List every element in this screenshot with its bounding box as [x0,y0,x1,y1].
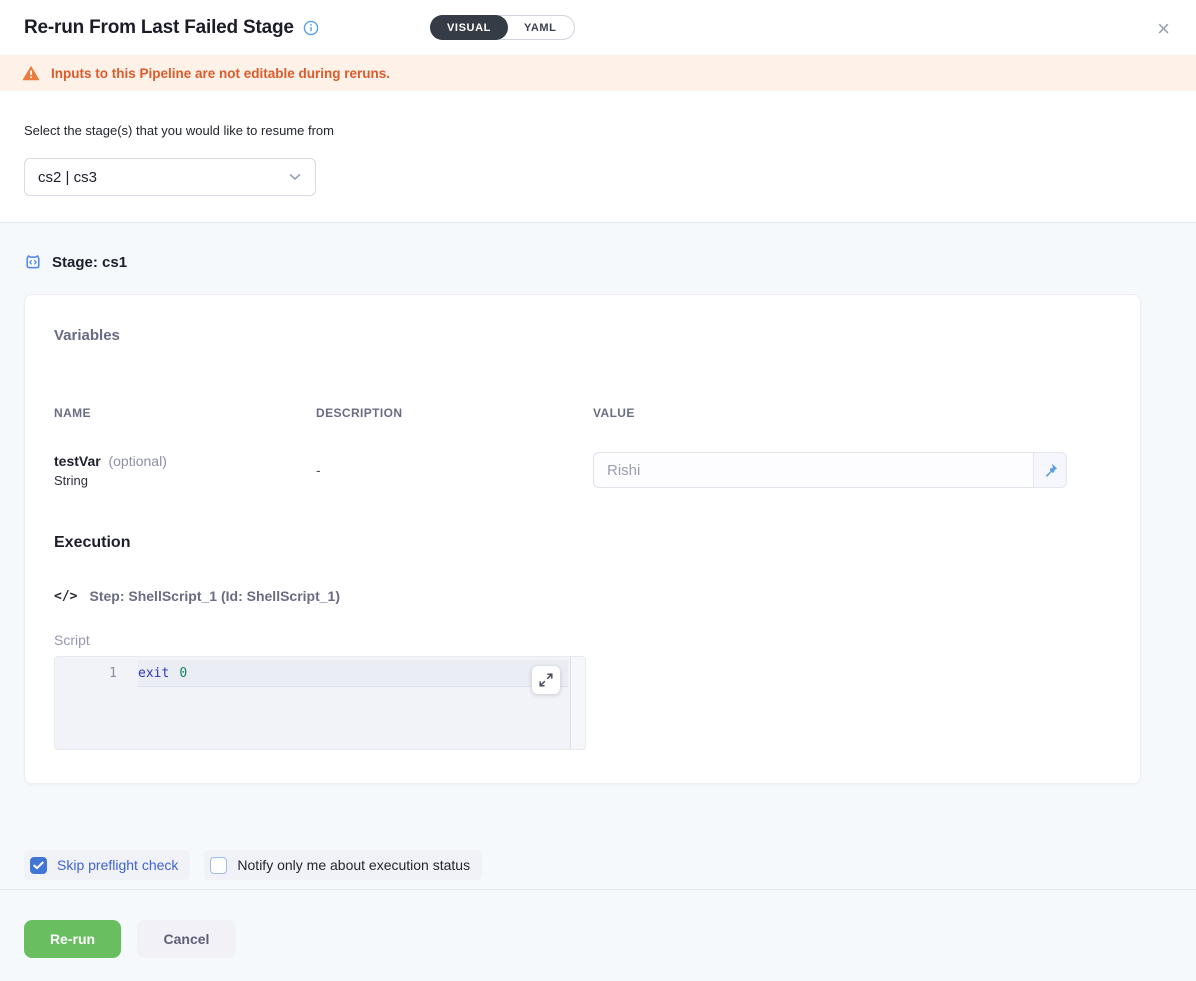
column-header-name: NAME [54,406,316,420]
stage-select-dropdown[interactable]: cs2 | cs3 [24,158,316,196]
variable-optional: (optional) [108,453,166,469]
pin-icon[interactable] [1033,452,1067,488]
step-row: </> Step: ShellScript_1 (Id: ShellScript… [54,588,1111,604]
variable-value-cell [593,452,1067,488]
action-buttons: Re-run Cancel [0,890,1196,958]
chevron-down-icon [289,173,301,181]
modal-header: Re-run From Last Failed Stage VISUAL YAM… [0,0,1196,55]
stage-form-section: Stage: cs1 Variables NAME DESCRIPTION VA… [0,223,1196,981]
custom-stage-icon [24,253,42,271]
variables-heading: Variables [54,327,1111,344]
expand-editor-button[interactable] [532,666,560,694]
visual-yaml-toggle: VISUAL YAML [430,15,575,40]
script-label: Script [54,632,1111,648]
variables-table-header: NAME DESCRIPTION VALUE [54,406,1111,420]
warning-triangle-icon [22,65,40,81]
options-row: Skip preflight check Notify only me abou… [24,850,1172,880]
editor-scrollbar[interactable] [570,657,585,749]
editor-current-line: exit 0 [138,660,568,687]
skip-preflight-option[interactable]: Skip preflight check [24,850,190,880]
expand-icon [539,673,553,687]
step-label: Step: ShellScript_1 (Id: ShellScript_1) [89,588,340,604]
stage-header: Stage: cs1 [0,223,1196,271]
variable-description: - [316,462,593,478]
editor-line-number: 1 [55,666,117,681]
notify-only-me-label: Notify only me about execution status [237,857,470,873]
code-step-icon: </> [54,589,77,604]
code-argument: 0 [179,666,187,681]
warning-banner: Inputs to this Pipeline are not editable… [0,55,1196,91]
skip-preflight-checkbox[interactable] [30,857,47,874]
code-keyword: exit [138,666,169,681]
notify-only-me-option[interactable]: Notify only me about execution status [204,850,482,880]
execution-heading: Execution [54,534,1111,552]
variable-name: testVar [54,453,101,469]
variable-type: String [54,473,316,488]
stage-select-label: Select the stage(s) that you would like … [24,123,1172,138]
close-icon[interactable]: × [1157,18,1170,40]
cancel-button[interactable]: Cancel [137,920,236,958]
skip-preflight-label: Skip preflight check [57,857,178,873]
stage-card: Variables NAME DESCRIPTION VALUE testVar… [24,294,1141,784]
column-header-value: VALUE [593,406,1111,420]
variable-value-input[interactable] [593,452,1033,488]
script-code-editor[interactable]: exit 0 1 [54,656,586,750]
variable-name-cell: testVar (optional) String [54,453,316,488]
stage-select-section: Select the stage(s) that you would like … [0,91,1196,223]
page-title: Re-run From Last Failed Stage [24,17,294,39]
stage-select-value: cs2 | cs3 [38,169,97,186]
toggle-yaml[interactable]: YAML [507,15,574,40]
info-icon[interactable] [303,20,319,36]
notify-only-me-checkbox[interactable] [210,857,227,874]
toggle-visual[interactable]: VISUAL [430,15,508,40]
column-header-description: DESCRIPTION [316,406,593,420]
warning-text: Inputs to this Pipeline are not editable… [51,66,390,81]
rerun-button[interactable]: Re-run [24,920,121,958]
stage-title: Stage: cs1 [52,254,127,271]
table-row: testVar (optional) String - [54,452,1111,488]
